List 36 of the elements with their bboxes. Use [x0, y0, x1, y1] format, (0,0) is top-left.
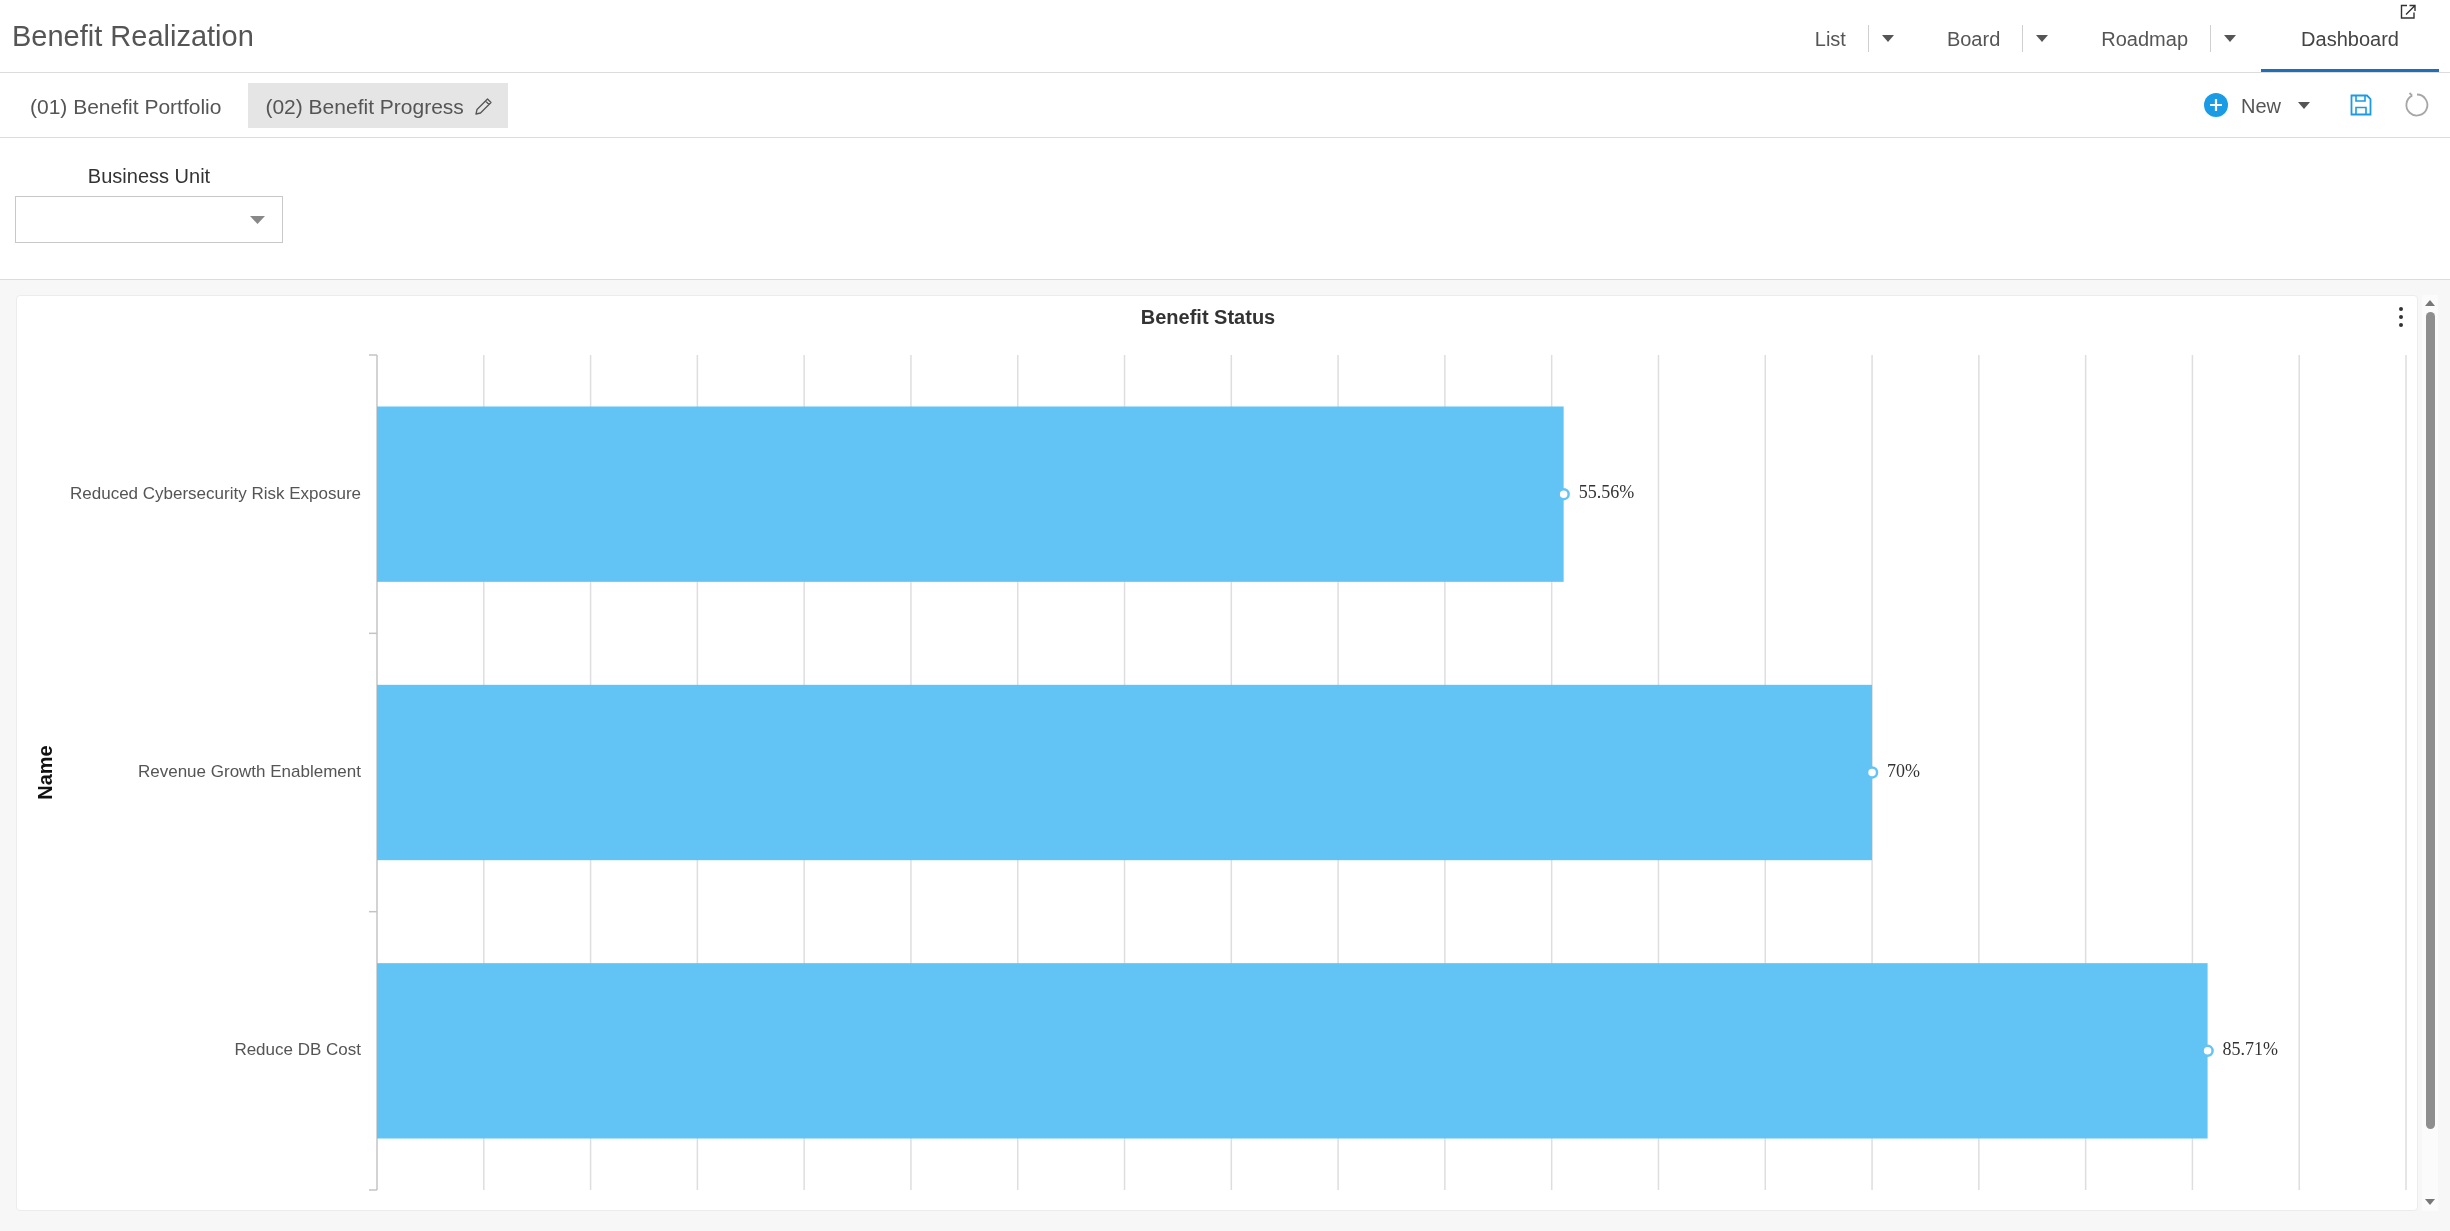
expand-icon[interactable] [2400, 4, 2417, 20]
category-label: Reduced Cybersecurity Risk Exposure [70, 483, 361, 503]
view-tab[interactable]: Roadmap [2073, 0, 2210, 72]
dropdown-field[interactable] [15, 196, 283, 243]
category-label: Revenue Growth Enablement [137, 762, 361, 781]
new-button[interactable]: New [2204, 89, 2310, 121]
scroll-down-arrow-icon[interactable] [2425, 1199, 2435, 1205]
caret-icon [250, 215, 265, 224]
view-tab[interactable]: Dashboard [2261, 0, 2439, 72]
axis-title: Name [34, 745, 57, 800]
field-label: Business Unit [87, 164, 211, 189]
scroll-up-arrow-icon[interactable] [2425, 300, 2435, 306]
refresh-icon[interactable] [2404, 92, 2430, 118]
report-tab[interactable]: (02) Benefit Progress [248, 82, 508, 128]
category-label: Reduce DB Cost [234, 1040, 361, 1060]
save-icon[interactable] [2350, 94, 2372, 116]
view-tab[interactable]: Board [1918, 0, 2023, 72]
caret-icon[interactable] [1881, 35, 1894, 42]
data-label: 55.56% [1578, 482, 1635, 503]
caret-icon [2298, 101, 2310, 109]
more-options-icon[interactable] [2398, 306, 2404, 328]
caret-icon[interactable] [2224, 35, 2236, 42]
app-title: Benefit Realization [11, 21, 254, 51]
data-label: 70% [1887, 760, 1921, 781]
data-label: 85.71% [2222, 1038, 2279, 1059]
data-point-marker [1557, 487, 1570, 501]
chart-title: Benefit Status [1140, 305, 1276, 330]
scrollbar-thumb[interactable] [2425, 312, 2435, 1129]
report-tab[interactable]: (01) Benefit Portfolio [12, 82, 240, 128]
plus-icon [2204, 93, 2228, 117]
data-point-marker [2201, 1044, 2214, 1058]
caret-icon[interactable] [2036, 35, 2049, 42]
view-tab[interactable]: List [1786, 0, 1868, 72]
data-point-marker [1865, 766, 1879, 779]
scrollbar-track[interactable] [2422, 295, 2438, 1211]
pencil-icon[interactable] [473, 97, 493, 116]
